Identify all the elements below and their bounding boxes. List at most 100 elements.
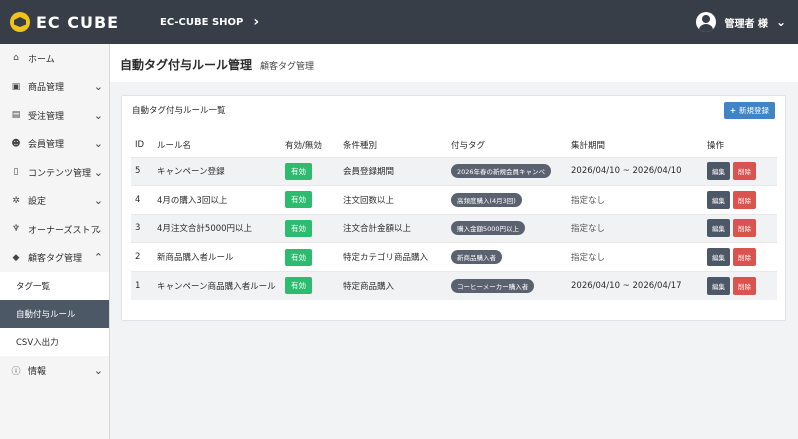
rule-name: 4月の購入3回以上 [153,185,281,215]
top-header: EC CUBE EC-CUBE SHOP › 管理者 様 ⌄ [0,0,798,44]
logo-text: EC CUBE [36,12,120,32]
sidebar-subitem[interactable]: 自動付与ルール [0,300,109,328]
cart-icon: ▤ [11,110,21,121]
actions-cell: 編集 削除 [703,185,777,215]
chevron-down-icon: ⌄ [775,15,786,29]
users-icon: ☻ [11,138,21,149]
shop-name: EC-CUBE SHOP [160,16,244,28]
sidebar-item[interactable]: ⌂ ホーム [0,44,109,73]
actions-cell: 編集 削除 [703,213,777,243]
shop-link[interactable]: EC-CUBE SHOP › [160,14,259,30]
rule-name: キャンペーン登録 [153,156,281,186]
page-subtitle: 顧客タグ管理 [260,62,315,72]
status-badge: 有効 [285,219,312,237]
sidebar-subitem[interactable]: タグ一覧 [0,272,109,300]
column-header: 条件種別 [343,140,378,151]
rule-id: 3 [131,213,153,243]
tag-badge-cell: 購入金額5000円以上 [447,213,567,243]
edit-button[interactable]: 編集 [707,190,730,209]
condition-type: 注文回数以上 [339,185,447,215]
sidebar-item-label: 設定 [28,197,47,208]
table-row: 3 4月注文合計5000円以上 有効 注文合計金額以上 購入金額5000円以上 指定なし編… [131,213,777,243]
chevron-down-icon: ⌄ [93,194,103,208]
logo[interactable]: EC CUBE [0,12,150,32]
column-header: 付与タグ [451,140,486,151]
sidebar-subitem[interactable]: CSV入出力 [0,328,109,356]
sidebar-item[interactable]: ▤ 受注管理 ⌄ [0,101,109,130]
table-row: 4 4月の購入3回以上 有効 注文回数以上 高頻度購入(4月3回) 指定なし 編集 削除 [131,185,777,215]
rule-id: 4 [131,185,153,215]
sidebar-item[interactable]: ▣ 商品管理 ⌄ [0,73,109,102]
tag-badge-cell: 2026年春の新規会員キャンペ [447,156,567,186]
column-header: 操作 [707,140,725,151]
page-header: 自動タグ付与ルール管理 顧客タグ管理 [110,44,798,82]
condition-type: 注文合計金額以上 [339,213,447,243]
edit-button[interactable]: 編集 [707,162,730,181]
plug-icon: ♆ [11,224,21,235]
tag-badge: 高頻度購入(4月3回) [451,192,522,207]
delete-button[interactable]: 削除 [733,219,756,238]
chevron-down-icon: ⌄ [93,165,103,179]
condition-type: 特定商品購入 [339,270,447,300]
period: 2026/04/10 ~ 2026/04/17 [567,270,703,300]
edit-button[interactable]: 編集 [707,219,730,238]
new-rule-button[interactable]: + 新規登録 [723,102,775,119]
tag-badge: コーヒーメーカー購入者 [451,278,535,293]
status-badge: 有効 [285,248,312,266]
status-badge: 有効 [285,191,312,209]
rule-id: 5 [131,156,153,186]
rule-id: 1 [131,270,153,300]
sidebar-item[interactable]: ☻ 会員管理 ⌄ [0,130,109,159]
delete-button[interactable]: 削除 [733,190,756,209]
table-row: 2 新商品購入者ルール 有効 特定カテゴリ商品購入 新商品購入者 指定なし 編集 削除 [131,242,777,272]
column-header: ルール名 [157,140,192,151]
rule-id: 2 [131,242,153,272]
tag-badge: 新商品購入者 [451,250,502,265]
user-avatar-icon [696,12,717,32]
actions-cell: 編集 削除 [703,242,777,272]
sidebar-item[interactable]: ✲ 設定 ⌄ [0,187,109,216]
sidebar: ⌂ ホーム ▣ 商品管理 ⌄ ▤ 受注管理 ⌄ ☻ 会員管理 ⌄ ▯ コンテンツ管理 ⌄ ✲ 設定 ⌄ ♆ オーナー… [0,44,110,439]
chevron-up-icon: ⌃ [93,251,103,265]
chevron-down-icon: ⌄ [93,137,103,151]
chevron-down-icon: ⌄ [93,80,103,94]
table-row: 5 キャンペーン登録 有効 会員登録期間 2026年春の新規会員キャンペ 2026/04/… [131,156,777,186]
user-name: 管理者 様 [724,18,768,30]
status-badge: 有効 [285,162,312,180]
sidebar-item[interactable]: ▯ コンテンツ管理 ⌄ [0,158,109,187]
sidebar-item-label: 顧客タグ管理 [28,254,83,265]
delete-button[interactable]: 削除 [733,162,756,181]
sidebar-item-label: 商品管理 [28,83,65,94]
rules-card: 自動タグ付与ルール一覧 + 新規登録 ID ルール名 有効/無効 条件種別 付与タグ 集計… [121,95,786,321]
sidebar-item[interactable]: ♆ オーナーズストア ⌄ [0,215,109,244]
tag-badge-cell: コーヒーメーカー購入者 [447,270,567,300]
condition-type: 会員登録期間 [339,156,447,186]
user-menu[interactable]: 管理者 様 ⌄ [696,0,786,44]
tags-icon: ◆ [12,252,20,263]
info-icon: ⓘ [11,366,21,377]
table-row: 1 キャンペーン商品購入者ルール 有効 特定商品購入 コーヒーメーカー購入者 2026/0… [131,270,777,300]
condition-type: 特定カテゴリ商品購入 [339,242,447,272]
period: 2026/04/10 ~ 2026/04/10 [567,156,703,186]
sidebar-item-label: ホーム [28,54,55,65]
card-title: 自動タグ付与ルール一覧 [132,106,226,116]
sidebar-item[interactable]: ◆ 顧客タグ管理 ⌃ [0,244,109,273]
page-title: 自動タグ付与ルール管理 [120,58,253,72]
chevron-right-icon: › [253,14,260,30]
rules-table: ID ルール名 有効/無効 条件種別 付与タグ 集計期間 操作 5 キャンペーン登録 有効 会員登… [131,133,777,300]
edit-button[interactable]: 編集 [707,248,730,267]
chevron-down-icon: ⌄ [93,363,103,377]
chevron-down-icon: ⌄ [93,222,103,236]
period: 指定なし [567,242,703,272]
tag-badge: 購入金額5000円以上 [451,221,526,236]
sidebar-item-info[interactable]: ⓘ 情報 ⌄ [0,356,109,385]
rule-name: 4月注文合計5000円以上 [153,213,281,243]
delete-button[interactable]: 削除 [733,276,756,295]
actions-cell: 編集 削除 [703,270,777,300]
sidebar-item-label: オーナーズストア [28,225,100,236]
sidebar-item-label: 情報 [28,366,47,377]
box-icon: ▣ [11,81,21,92]
edit-button[interactable]: 編集 [707,276,730,295]
column-header: 集計期間 [571,140,606,151]
delete-button[interactable]: 削除 [733,248,756,267]
